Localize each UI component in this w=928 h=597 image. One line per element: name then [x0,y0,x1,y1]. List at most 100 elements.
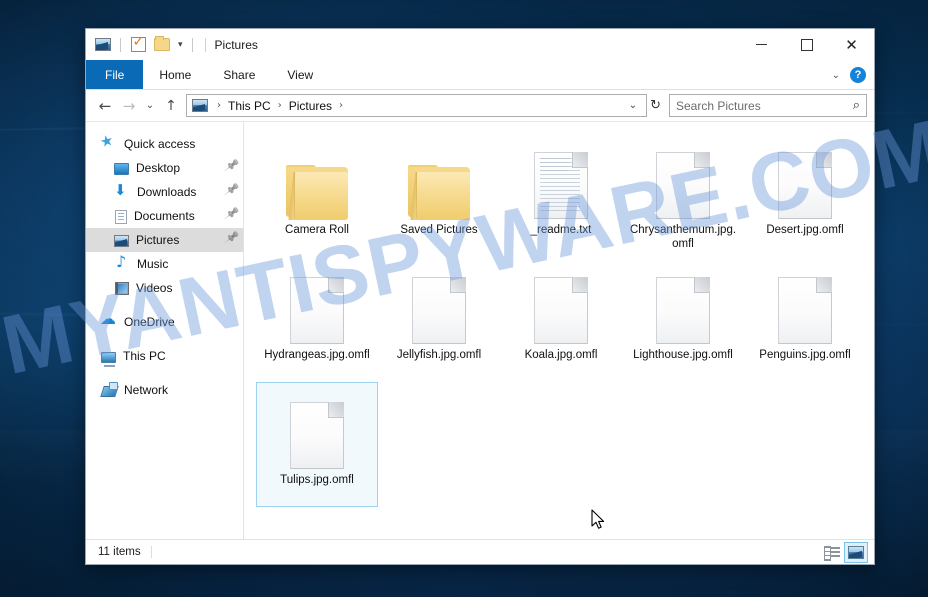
back-button[interactable]: ← [93,94,117,118]
tab-file[interactable]: File [86,60,144,89]
blank-file-icon [656,264,710,344]
new-folder-icon[interactable] [152,35,172,55]
navigation-pane: Quick access Desktop Downloads Documents… [86,122,244,539]
forward-button[interactable]: → [117,94,141,118]
folder-icon [286,139,348,220]
item-count-label: 11 items [98,546,152,558]
window-menu-icon[interactable] [93,35,113,55]
refresh-button[interactable]: ↻ [647,98,666,113]
pc-icon [101,351,116,367]
file-tile[interactable]: Hydrangeas.jpg.omfl [256,257,378,382]
details-view-icon [824,545,840,561]
file-tile[interactable]: Koala.jpg.omfl [500,257,622,382]
pin-icon[interactable] [226,235,237,246]
sidebar-item-label: Pictures [136,233,180,247]
address-bar[interactable]: › This PC › Pictures › ⌄ [186,94,648,117]
window-title: Pictures [204,37,258,52]
sidebar-item-music[interactable]: Music [86,252,243,276]
file-name-label: Chrysanthemum.jpg.omfl [629,224,737,250]
breadcrumb-pictures[interactable]: Pictures [287,99,334,113]
sidebar-item-label: This PC [123,349,166,363]
file-list-view[interactable]: Camera Roll Saved Pictures _readme.txt Chry… [244,122,874,539]
chevron-down-icon[interactable]: ▾ [176,39,185,50]
file-tile[interactable]: _readme.txt [500,132,622,257]
file-name-label: Saved Pictures [400,224,478,236]
sidebar-item-pictures[interactable]: Pictures [86,228,243,252]
tab-home[interactable]: Home [143,60,207,89]
minimize-button[interactable] [739,29,784,60]
file-tile-selected[interactable]: Tulips.jpg.omfl [256,382,378,507]
file-name-label: Koala.jpg.omfl [524,349,598,361]
music-icon [114,252,130,272]
large-icons-view-icon [848,545,864,559]
breadcrumb-separator[interactable]: › [273,100,287,111]
file-name-label: Desert.jpg.omfl [766,224,844,236]
pin-icon[interactable] [226,187,237,198]
title-bar: ▾ Pictures ✕ [86,29,874,60]
file-tile[interactable]: Camera Roll [256,132,378,257]
download-icon [114,181,130,200]
sidebar-item-label: Downloads [137,185,197,199]
folder-icon [408,139,470,220]
properties-icon[interactable] [128,34,148,55]
breadcrumb-separator: › [217,100,221,111]
up-button[interactable]: ↑ [159,94,183,118]
picture-icon [114,235,129,247]
large-icons-view-button[interactable] [844,541,868,563]
sidebar-item-quick-access[interactable]: Quick access [86,132,243,156]
sidebar-item-label: Music [137,257,169,271]
quick-access-toolbar: ▾ [86,34,196,55]
file-tile[interactable]: Saved Pictures [378,132,500,257]
desktop-icon [114,163,129,175]
file-name-label: _readme.txt [530,224,592,236]
sidebar-item-label: Desktop [136,161,181,175]
text-file-icon [534,139,588,219]
sidebar-item-label: Quick access [124,137,196,151]
ribbon-right-controls: ⌄ ? [828,60,870,90]
file-tile[interactable]: Jellyfish.jpg.omfl [378,257,500,382]
breadcrumb-this-pc[interactable]: This PC [226,99,273,113]
toolbar-divider [191,37,193,52]
window-controls: ✕ [739,29,874,60]
file-tile[interactable]: Chrysanthemum.jpg.omfl [622,132,744,257]
sidebar-item-desktop[interactable]: Desktop [86,156,243,180]
sidebar-item-label: OneDrive [124,315,175,329]
tab-share[interactable]: Share [207,60,271,89]
sidebar-item-documents[interactable]: Documents [86,204,243,228]
pin-icon[interactable] [226,163,237,174]
expand-ribbon-icon[interactable]: ⌄ [828,70,844,81]
address-dropdown-icon[interactable]: ⌄ [622,100,644,111]
sidebar-item-network[interactable]: Network [86,378,243,402]
sidebar-item-label: Documents [134,209,195,223]
file-name-label: Jellyfish.jpg.omfl [396,349,482,361]
breadcrumb-separator[interactable]: › [334,100,348,111]
file-name-label: Lighthouse.jpg.omfl [633,349,733,361]
file-name-label: Tulips.jpg.omfl [280,474,354,486]
maximize-button[interactable] [784,29,829,60]
file-explorer-window: ▾ Pictures ✕ File Home Share View ⌄ ? ← … [85,28,875,565]
sidebar-item-label: Videos [136,281,173,295]
file-tile[interactable]: Penguins.jpg.omfl [744,257,866,382]
sidebar-item-this-pc[interactable]: This PC [86,344,243,368]
details-view-button[interactable] [820,542,844,563]
sidebar-item-onedrive[interactable]: OneDrive [86,309,243,334]
sidebar-item-downloads[interactable]: Downloads [86,180,243,204]
close-button[interactable]: ✕ [829,29,874,60]
tab-view[interactable]: View [271,60,329,89]
search-icon: ⌕ [852,98,860,113]
blank-file-icon [290,389,344,469]
file-tile[interactable]: Lighthouse.jpg.omfl [622,257,744,382]
recent-locations-button[interactable]: ⌄ [141,94,159,118]
address-bar-row: ← → ⌄ ↑ › This PC › Pictures › ⌄ ↻ Searc… [86,90,874,121]
star-icon [101,136,117,152]
file-tile[interactable]: Desert.jpg.omfl [744,132,866,257]
file-name-label: Penguins.jpg.omfl [759,349,851,361]
blank-file-icon [290,264,344,344]
blank-file-icon [412,264,466,344]
sidebar-item-videos[interactable]: Videos [86,276,243,300]
help-button[interactable]: ? [850,67,866,83]
pin-icon[interactable] [226,211,237,222]
search-input[interactable]: Search Pictures ⌕ [669,94,867,117]
